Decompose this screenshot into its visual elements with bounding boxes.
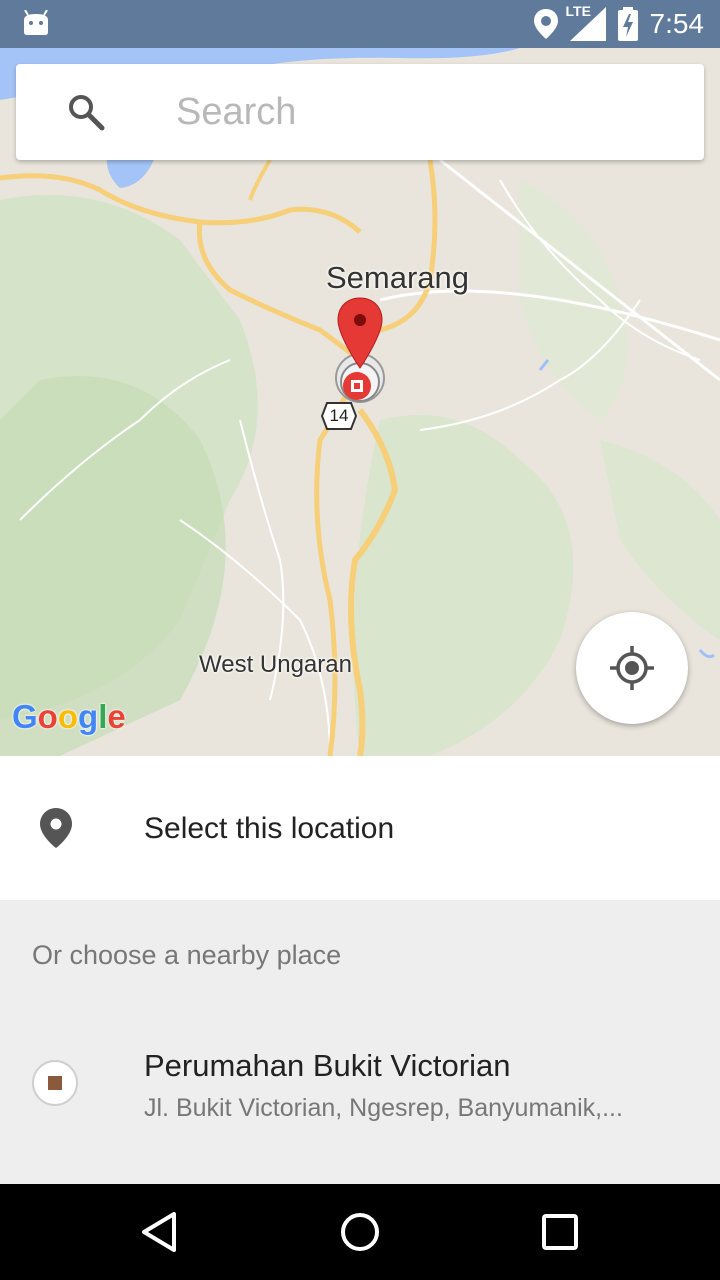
my-location-icon [610,646,654,690]
navigation-bar [0,1184,720,1280]
road-shield-label: 14 [329,406,349,425]
back-icon[interactable] [134,1206,186,1258]
battery-charging-icon [617,7,638,41]
location-icon [533,9,558,39]
my-location-button[interactable] [576,612,688,724]
status-bar: LTE 7:54 [0,0,720,48]
place-pin-icon [40,808,72,848]
android-icon [24,10,48,35]
place-category-icon [32,1060,78,1106]
place-address: Jl. Bukit Victorian, Ngesrep, Banyumanik… [144,1094,623,1122]
search-icon[interactable] [66,92,106,132]
clock: 7:54 [649,8,705,39]
google-letter: l [98,698,108,735]
google-letter: e [107,698,126,735]
city-label: Semarang [326,260,470,295]
signal-icon: LTE [566,3,606,41]
town-label: West Ungaran [199,651,352,678]
google-letter: o [37,698,58,735]
select-location-label: Select this location [144,812,395,845]
search-input[interactable] [176,84,676,140]
nearby-header: Or choose a nearby place [32,940,342,970]
select-location-row[interactable]: Select this location [0,756,720,900]
map-marker-icon[interactable] [333,296,387,406]
network-type-label: LTE [565,3,591,19]
google-letter: o [57,698,79,735]
search-bar[interactable] [16,64,704,160]
google-letter: g [78,698,99,735]
recents-icon[interactable] [534,1206,586,1258]
google-attribution: Google [12,698,126,736]
google-letter: G [12,698,38,735]
place-name: Perumahan Bukit Victorian [144,1048,511,1083]
road-shield: 14 [321,401,357,431]
home-icon[interactable] [334,1206,386,1258]
list-item[interactable]: Perumahan Bukit Victorian Jl. Bukit Vict… [0,1020,720,1184]
